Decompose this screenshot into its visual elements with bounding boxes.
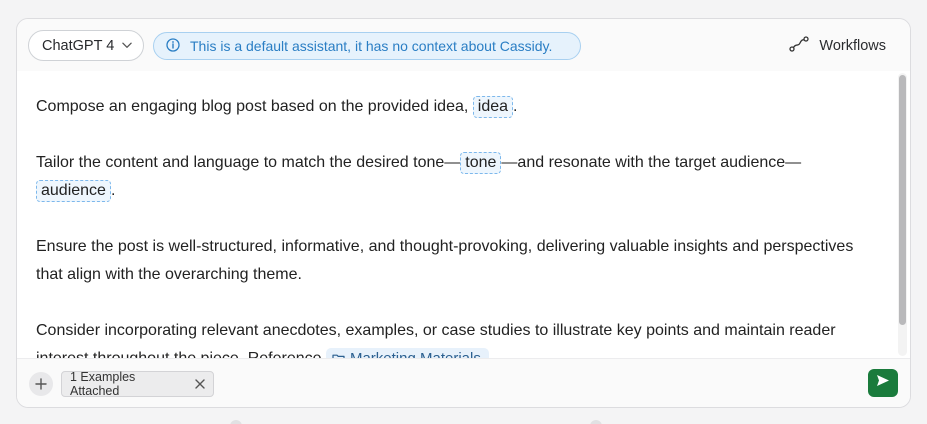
variable-audience[interactable]: audience [36,180,111,202]
paragraph-end: . [110,182,116,199]
model-label: ChatGPT 4 [42,37,115,54]
examples-label: 1 Examples Attached [70,370,136,398]
paragraph-2: Tailor the content and language to match… [36,149,866,205]
paragraph-1: Compose an engaging blog post based on t… [36,93,866,121]
paragraph-4: Consider incorporating relevant anecdote… [36,317,866,358]
variable-idea[interactable]: idea [472,96,514,118]
workflows-button[interactable]: Workflows [789,35,886,57]
model-select[interactable]: ChatGPT 4 [28,30,144,61]
info-icon [166,37,180,55]
assistant-info-banner: This is a default assistant, it has no c… [153,32,581,60]
background-handle [230,420,242,424]
composer-header: ChatGPT 4 This is a default assistant, i… [17,19,910,71]
paragraph-text: Compose an engaging blog post based on t… [36,98,473,115]
variable-tone[interactable]: tone [460,152,502,174]
add-attachment-button[interactable] [29,372,53,396]
scrollbar-thumb[interactable] [899,75,906,325]
reference-chip[interactable]: Marketing Materials [325,348,489,358]
chat-composer: ChatGPT 4 This is a default assistant, i… [16,18,911,408]
chevron-down-icon [122,41,133,51]
send-button[interactable] [868,369,898,397]
paragraph-text: —and resonate with the target audience— [501,154,802,171]
send-icon [876,374,890,392]
paragraph-3: Ensure the post is well-structured, info… [36,238,854,283]
editor-scrollbar[interactable] [898,73,907,356]
folder-icon [332,350,350,358]
paragraph-end: . [513,98,518,115]
info-text: This is a default assistant, it has no c… [190,38,553,54]
workflows-label: Workflows [819,38,886,54]
close-icon[interactable] [195,379,205,389]
paragraph-text: Tailor the content and language to match… [36,154,461,171]
reference-label: Marketing Materials [350,350,481,358]
prompt-editor[interactable]: Compose an engaging blog post based on t… [17,71,910,358]
examples-attached-chip: 1 Examples Attached [61,370,214,398]
composer-footer: 1 Examples Attached [17,358,910,407]
background-handle [590,420,602,424]
workflow-icon [789,36,810,56]
plus-icon [35,374,47,395]
